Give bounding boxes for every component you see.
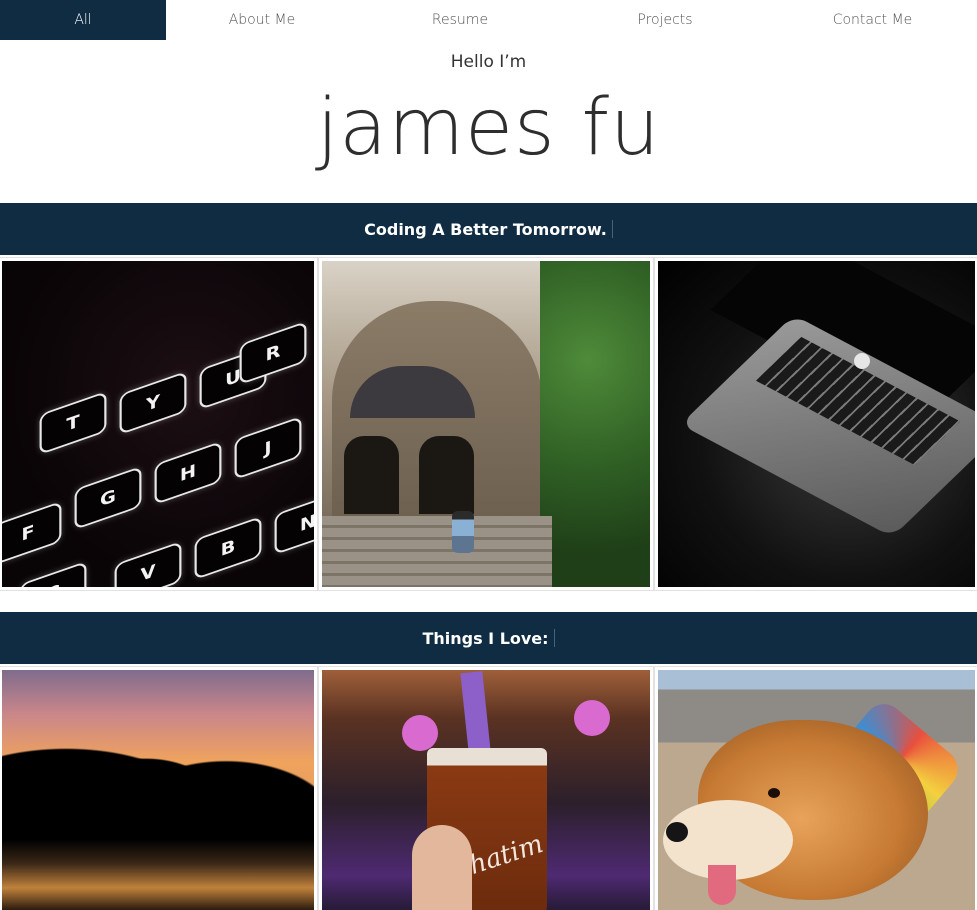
keyboard-key: N (274, 490, 314, 556)
stone-steps (322, 516, 552, 587)
keyboard-key: F (2, 500, 62, 566)
building-door-left (344, 436, 399, 514)
nav-item-all[interactable]: All (0, 0, 166, 40)
sunset-lake-photo[interactable] (0, 666, 318, 910)
keyboard-key: T (39, 390, 107, 456)
keyboard-key: B (194, 515, 262, 581)
corgi-image (658, 670, 975, 910)
keyboard-image: TYUGHJNBVCFR (2, 261, 314, 587)
keyboard-key: H (154, 440, 222, 506)
building-image (322, 261, 650, 587)
tree-silhouettes (2, 695, 314, 835)
keyboard-key: J (234, 415, 302, 481)
nav-item-projects[interactable]: Projects (562, 0, 768, 40)
keyboard-key: R (239, 320, 307, 386)
keyboard-photo[interactable]: TYUGHJNBVCFR (0, 257, 318, 591)
store-sign (574, 700, 610, 736)
corgi-beach-photo[interactable] (654, 666, 977, 910)
seated-person (452, 511, 474, 553)
typing-cursor (553, 629, 555, 647)
apple-logo-icon (854, 353, 870, 369)
section-title: Things I Love: (422, 628, 549, 648)
laptop-photo[interactable] (654, 257, 977, 591)
corgi-tongue (708, 865, 736, 905)
corgi-nose (666, 822, 688, 842)
top-nav: All About Me Resume Projects Contact Me (0, 0, 977, 40)
keyboard-key: G (74, 465, 142, 531)
section-title: Coding A Better Tomorrow. (364, 219, 607, 239)
bubble-tea-image: Chatim (322, 670, 650, 910)
building-door-right (419, 436, 474, 514)
hand (412, 825, 472, 910)
hero-greeting: Hello I’m (450, 52, 527, 72)
bubble-tea-photo[interactable]: Chatim (318, 666, 654, 910)
nav-item-resume[interactable]: Resume (358, 0, 562, 40)
hero-name: james fu (316, 83, 661, 173)
trees (540, 261, 650, 587)
typing-cursor (611, 220, 613, 238)
corgi-eye (768, 788, 780, 798)
keyboard-key: C (19, 560, 87, 587)
nav-item-contact-me[interactable]: Contact Me (768, 0, 977, 40)
sunset-image (2, 670, 314, 910)
nav-item-about-me[interactable]: About Me (166, 0, 358, 40)
keyboard-key: Y (119, 370, 187, 436)
keyboard-key: V (114, 540, 182, 587)
university-building-photo[interactable] (318, 257, 654, 591)
section-banner-things-i-love: Things I Love: (0, 612, 977, 664)
section-banner-coding: Coding A Better Tomorrow. (0, 203, 977, 255)
store-sign (402, 715, 438, 751)
laptop-image (658, 261, 975, 587)
